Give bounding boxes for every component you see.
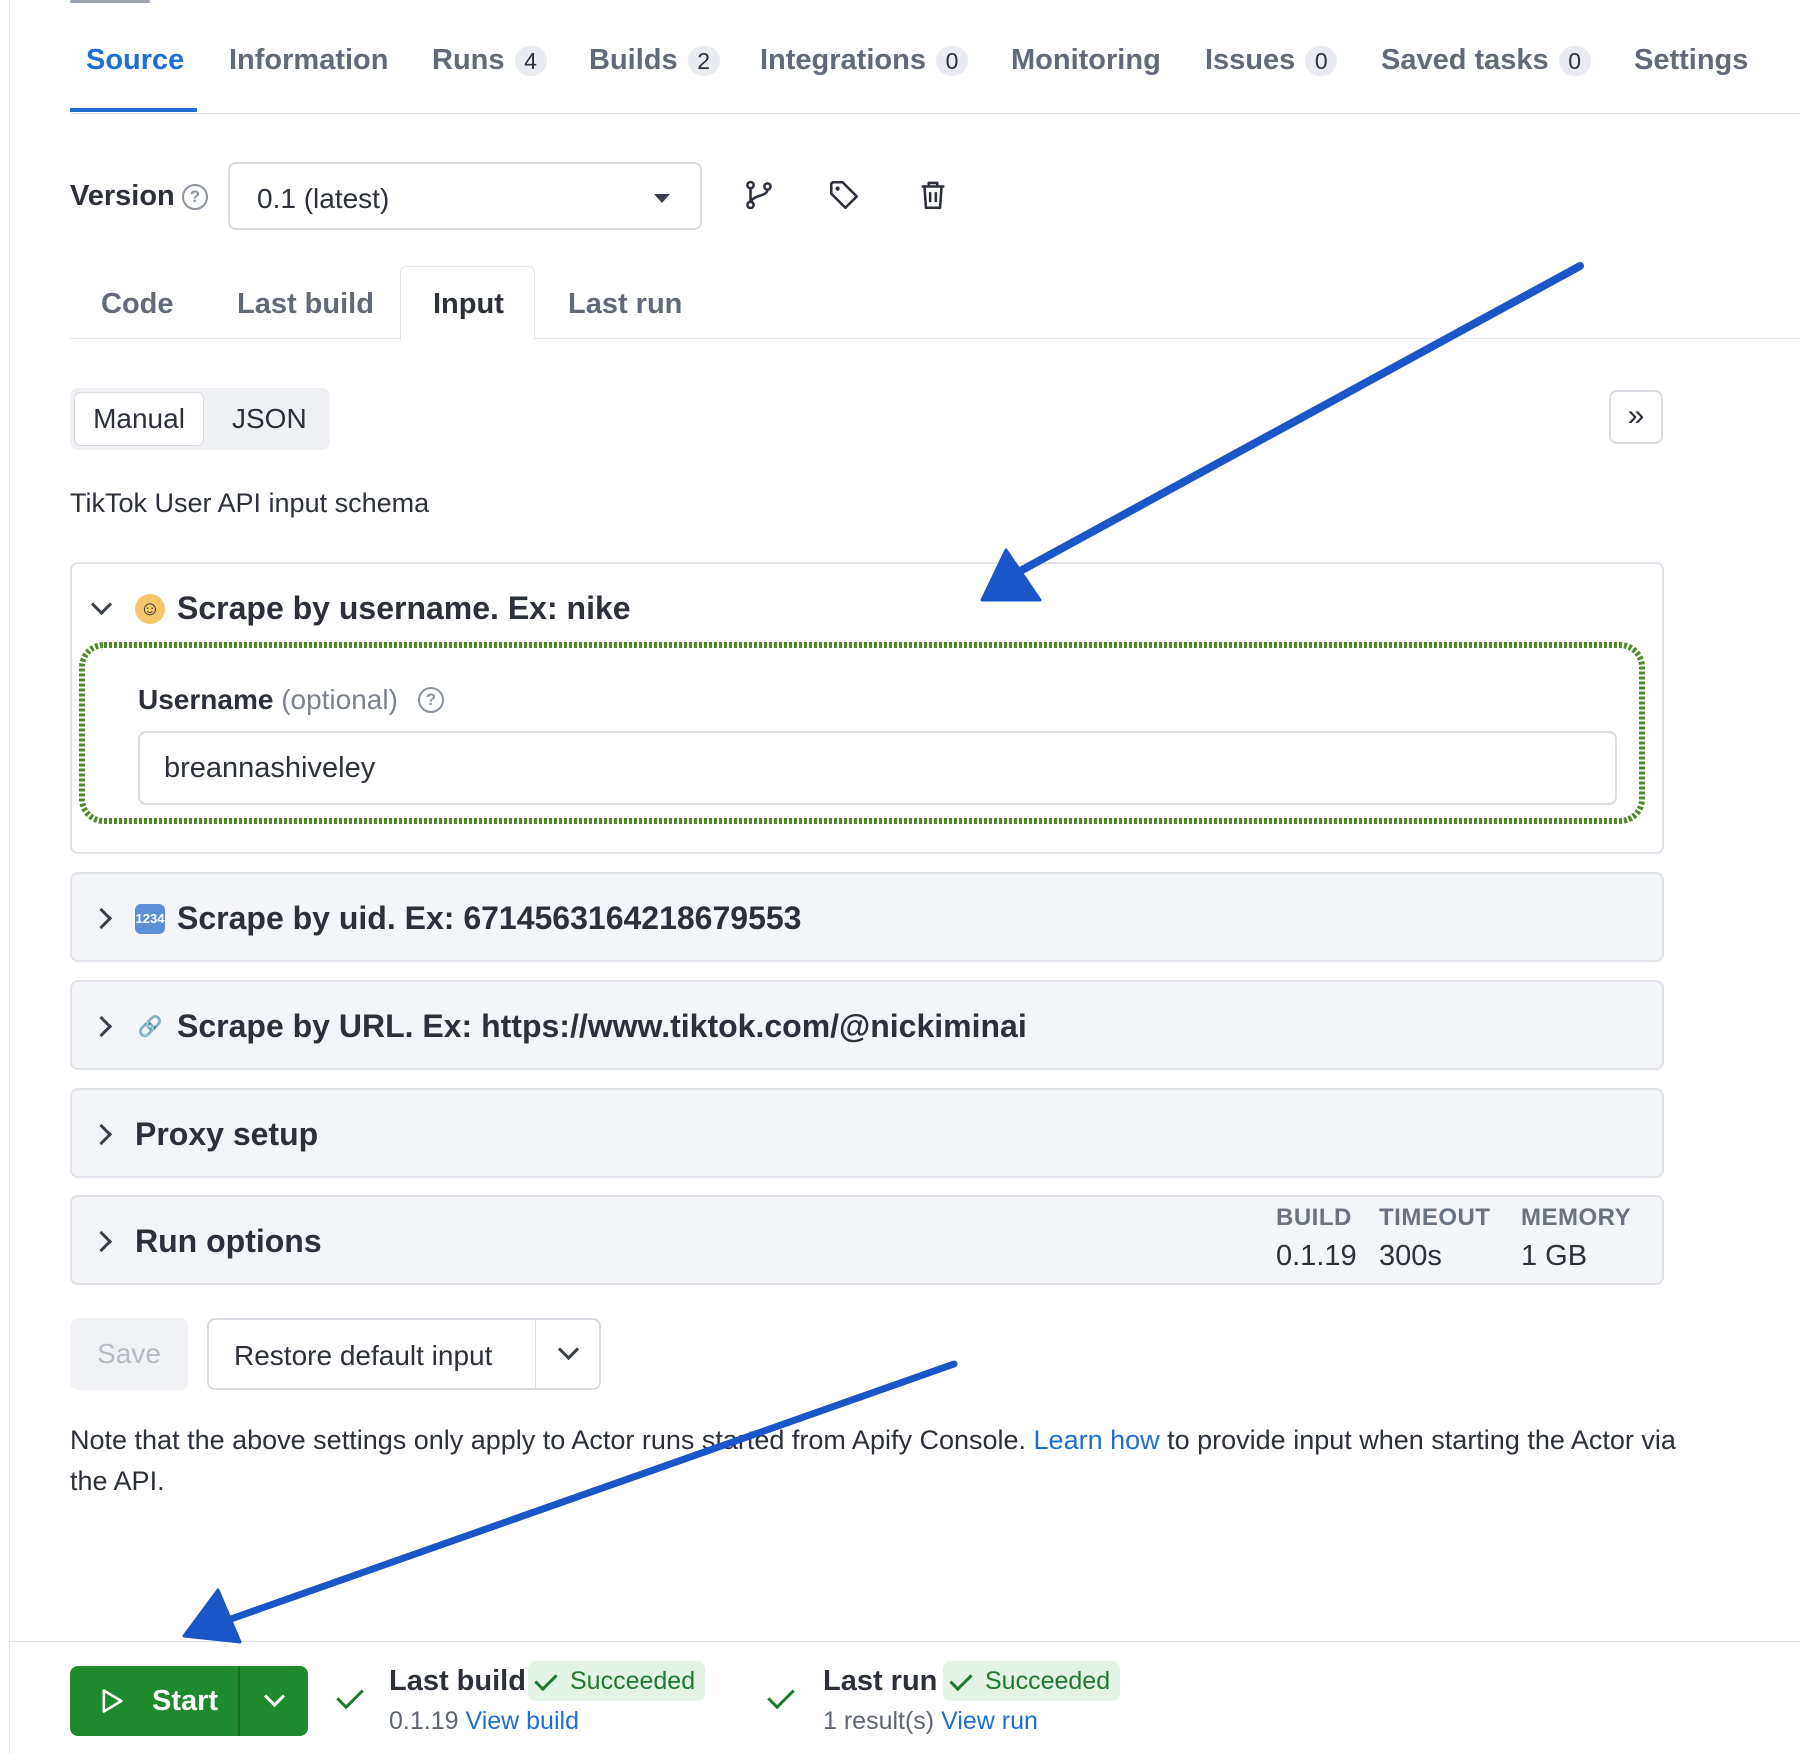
optional-label: (optional) [281, 684, 398, 715]
timeout-meta-label: TIMEOUT [1379, 1204, 1491, 1231]
tag-icon[interactable] [827, 178, 861, 212]
section-uid-header[interactable]: 1234 Scrape by uid. Ex: 6714563164218679… [90, 900, 802, 937]
tab-last-build[interactable]: Last build [237, 288, 374, 321]
username-field-label: Username (optional) [138, 684, 398, 715]
arrow-annotation-to-username [980, 262, 1584, 602]
section-proxy-title: Proxy setup [135, 1116, 319, 1152]
tab-integrations[interactable]: Integrations 0 [760, 44, 968, 77]
tab-code[interactable]: Code [101, 288, 174, 321]
manual-mode-button[interactable]: Manual [74, 392, 204, 446]
timeout-meta-value: 300s [1379, 1240, 1442, 1272]
note-text: Note that the above settings only apply … [70, 1425, 1034, 1455]
restore-options-dropdown[interactable] [535, 1320, 601, 1388]
version-value: 0.1 (latest) [257, 183, 390, 214]
last-build-version: 0.1.19 [389, 1707, 459, 1735]
play-icon [102, 1689, 123, 1713]
tab-input[interactable]: Input [433, 288, 504, 321]
check-icon [534, 1667, 558, 1692]
section-url[interactable]: 🔗 Scrape by URL. Ex: https://www.tiktok.… [70, 980, 1664, 1070]
section-uid[interactable]: 1234 Scrape by uid. Ex: 6714563164218679… [70, 872, 1664, 962]
memory-meta-value: 1 GB [1521, 1240, 1588, 1272]
section-username-title: Scrape by username. Ex: nike [177, 590, 631, 626]
start-button-group: Start [70, 1666, 308, 1736]
section-run-options-header[interactable]: Run options [90, 1223, 322, 1260]
chevron-right-icon [90, 1123, 113, 1146]
tab-source[interactable]: Source [86, 44, 184, 77]
help-icon[interactable]: ? [182, 184, 208, 210]
last-run-title: Last run [823, 1665, 938, 1697]
json-mode-button[interactable]: JSON [232, 392, 307, 446]
tab-last-run[interactable]: Last run [568, 288, 682, 321]
section-username-header[interactable]: ☺ Scrape by username. Ex: nike [90, 590, 631, 627]
last-build-title: Last build [389, 1665, 526, 1697]
input-note: Note that the above settings only apply … [70, 1420, 1690, 1502]
trash-icon[interactable] [916, 178, 950, 212]
active-tab-indicator [70, 108, 197, 112]
arrow-annotation-to-start [182, 1360, 958, 1644]
start-button[interactable]: Start [70, 1666, 238, 1736]
tab-information[interactable]: Information [229, 44, 389, 77]
section-url-header[interactable]: 🔗 Scrape by URL. Ex: https://www.tiktok.… [90, 1008, 1027, 1045]
schema-title: TikTok User API input schema [70, 488, 430, 518]
run-success-check-icon [767, 1681, 795, 1710]
saved-tasks-count-badge: 0 [1558, 45, 1591, 76]
tab-builds[interactable]: Builds 2 [589, 44, 720, 77]
section-proxy-header[interactable]: Proxy setup [90, 1116, 319, 1153]
chevron-right-icon [90, 1015, 113, 1038]
view-build-link[interactable]: View build [465, 1707, 579, 1735]
build-meta-label: BUILD [1276, 1204, 1352, 1231]
person-emoji-icon: ☺ [135, 593, 165, 624]
caret-down-icon [654, 194, 670, 203]
learn-how-link[interactable]: Learn how [1034, 1425, 1160, 1455]
sub-tab-bar [70, 338, 1800, 339]
chevron-down-icon [263, 1685, 286, 1708]
username-input[interactable]: breannashiveley [138, 731, 1617, 805]
last-run-status-badge: Succeeded [943, 1661, 1121, 1701]
build-success-check-icon [336, 1681, 364, 1710]
version-label: Version [70, 180, 175, 212]
link-emoji-icon: 🔗 [137, 1015, 163, 1038]
numbers-emoji-icon: 1234 [135, 903, 165, 934]
start-button-label: Start [152, 1685, 219, 1717]
last-build-info: 0.1.19 View build [389, 1707, 579, 1736]
builds-count-badge: 2 [687, 45, 720, 76]
chevron-down-icon [557, 1338, 580, 1361]
tab-saved-tasks[interactable]: Saved tasks 0 [1381, 44, 1591, 77]
expand-sections-button[interactable]: » [1609, 390, 1663, 444]
tab-monitoring[interactable]: Monitoring [1011, 44, 1161, 77]
restore-default-input-button[interactable]: Restore default input [207, 1318, 601, 1390]
last-build-status-badge: Succeeded [528, 1661, 706, 1701]
restore-default-input-label[interactable]: Restore default input [234, 1340, 492, 1372]
chevron-right-icon [90, 907, 113, 930]
tab-issues[interactable]: Issues 0 [1205, 44, 1338, 77]
check-icon [949, 1667, 973, 1692]
input-mode-toggle: Manual JSON [70, 388, 330, 450]
version-select[interactable]: 0.1 (latest) [228, 162, 702, 230]
branch-icon[interactable] [742, 178, 776, 212]
last-run-results: 1 result(s) [823, 1707, 935, 1735]
chevron-down-icon [90, 593, 113, 616]
chevron-right-icon [90, 1230, 113, 1253]
last-run-info: 1 result(s) View run [823, 1707, 1038, 1736]
section-proxy[interactable]: Proxy setup [70, 1088, 1664, 1178]
view-run-link[interactable]: View run [941, 1707, 1038, 1735]
top-cut-edge [70, 0, 150, 3]
integrations-count-badge: 0 [935, 45, 968, 76]
help-icon[interactable]: ? [418, 687, 444, 713]
issues-count-badge: 0 [1305, 45, 1338, 76]
double-chevron-right-icon: » [1627, 399, 1645, 432]
tab-settings[interactable]: Settings [1634, 44, 1748, 77]
start-options-dropdown[interactable] [240, 1666, 308, 1736]
runs-count-badge: 4 [514, 45, 547, 76]
section-run-options-title: Run options [135, 1223, 322, 1259]
memory-meta-label: MEMORY [1521, 1204, 1632, 1231]
build-meta-value: 0.1.19 [1276, 1240, 1357, 1272]
section-url-title: Scrape by URL. Ex: https://www.tiktok.co… [177, 1008, 1027, 1044]
footer-divider [9, 1641, 1800, 1642]
section-uid-title: Scrape by uid. Ex: 6714563164218679553 [177, 900, 802, 936]
save-button[interactable]: Save [70, 1318, 188, 1390]
tab-runs[interactable]: Runs 4 [432, 44, 547, 77]
left-border [9, 0, 10, 1754]
